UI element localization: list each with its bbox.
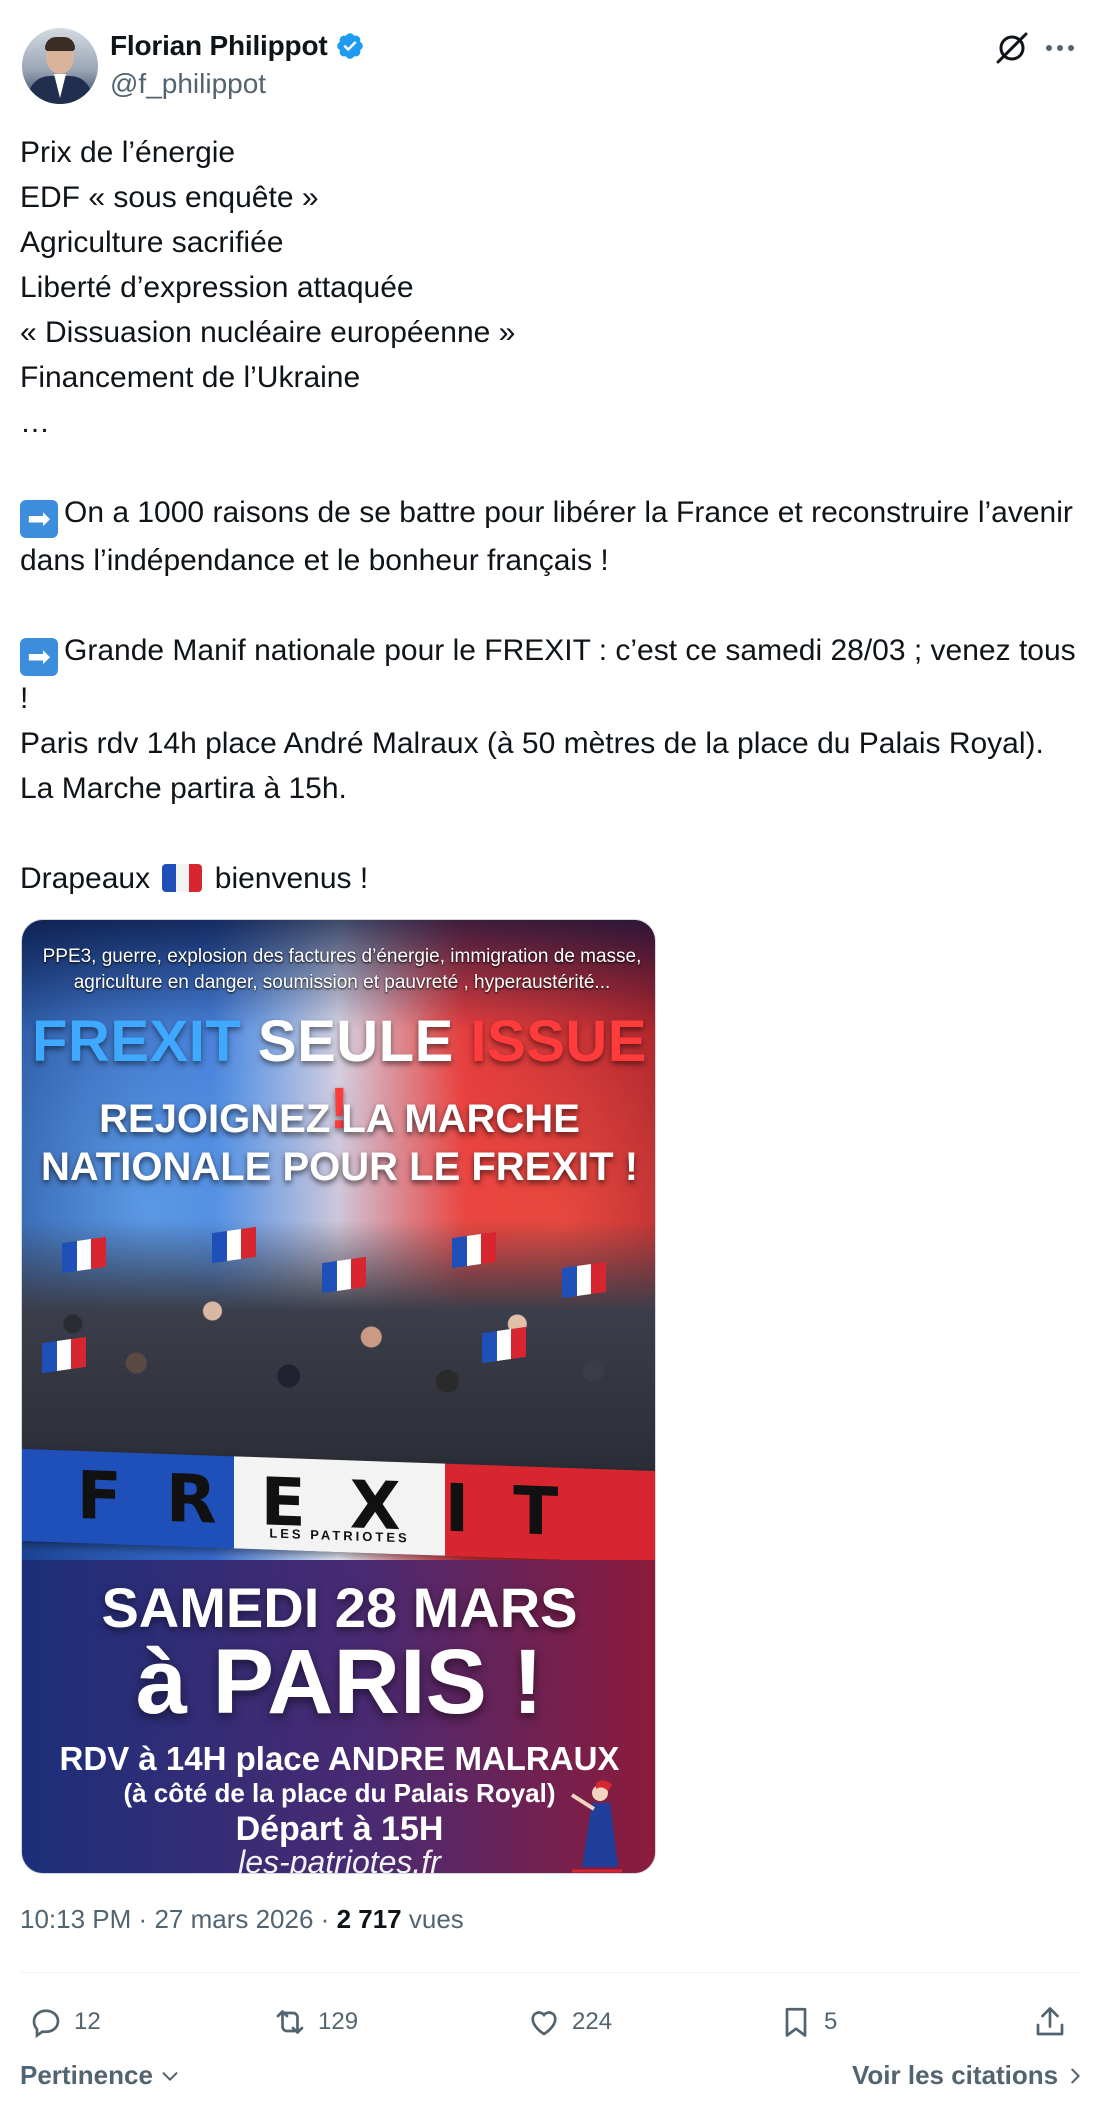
marianne-figure-icon [570, 1780, 622, 1873]
reply-icon [32, 2009, 60, 2039]
chevron-right-icon [1071, 2068, 1080, 2083]
crowd-flag [42, 1336, 87, 1374]
reply-count: 12 [74, 2008, 101, 2035]
arrow-right-emoji-icon: ➡ [20, 638, 58, 676]
poster-rdv: RDV à 14H place ANDRE MALRAUX [59, 1740, 620, 1777]
grok-icon[interactable] [992, 28, 1032, 68]
tweet-flags-after: bienvenus ! [214, 862, 369, 895]
view-quotes-link[interactable]: Voir les citations [852, 2060, 1086, 2091]
like-count: 224 [572, 2008, 613, 2035]
tweet-text: Prix de l’énergie EDF « sous enquête » A… [20, 130, 1080, 901]
author-name-row: Florian Philippot [110, 30, 365, 62]
verified-badge-icon [337, 33, 364, 59]
repost-icon [276, 2010, 304, 2034]
poster-top-text: PPE3, guerre, explosion des factures d’é… [42, 946, 642, 993]
views-label: vues [408, 1904, 464, 1934]
poster-slogan-frexit: FREXIT [32, 1009, 242, 1074]
reply-button[interactable]: 12 [28, 2002, 101, 2042]
view-quotes-label: Voir les citations [852, 2060, 1059, 2090]
tweet-paragraph-manif: Grande Manif nationale pour le FREXIT : … [20, 634, 1076, 715]
share-icon [1036, 2007, 1064, 2036]
bookmark-icon [785, 2007, 807, 2037]
author-handle[interactable]: @f_philippot [110, 68, 266, 100]
poster-call-to-action: REJOIGNEZ LA MARCHE NATIONALE POUR LE FR… [32, 1095, 647, 1191]
france-flag-emoji-icon [162, 864, 203, 892]
tweet-image-poster[interactable]: PPE3, guerre, explosion des factures d’é… [21, 919, 656, 1874]
tweet-paragraph-rdv: Paris rdv 14h place André Malraux (à 50 … [20, 727, 1044, 805]
tweet-topics: Prix de l’énergie EDF « sous enquête » A… [20, 136, 516, 439]
tweet-meta: 10:13 PM · 27 mars 2026 · 2 717 vues [20, 1904, 464, 1935]
views-count: 2 717 [336, 1904, 402, 1934]
arrow-right-emoji-icon: ➡ [20, 500, 58, 538]
tweet-time[interactable]: 10:13 PM [20, 1904, 131, 1934]
poster-city: à PARIS ! [135, 1631, 544, 1733]
meta-separator: · [320, 1904, 330, 1934]
poster-slogan-seule: SEULE [257, 1009, 454, 1074]
like-button[interactable]: 224 [526, 2002, 612, 2042]
bookmark-count: 5 [824, 2008, 838, 2035]
poster-call-line1: REJOIGNEZ LA MARCHE [99, 1097, 580, 1141]
bookmark-button[interactable]: 5 [778, 2002, 837, 2042]
poster-call-line2: NATIONALE POUR LE FREXIT ! [40, 1145, 639, 1189]
author-avatar[interactable] [22, 28, 98, 104]
crowd-flag [212, 1226, 257, 1264]
crowd-flag [562, 1261, 607, 1299]
avatar-hair [45, 37, 75, 51]
divider [20, 1972, 1080, 1973]
crowd-flag [322, 1256, 367, 1294]
share-button[interactable] [1032, 2002, 1068, 2042]
sort-label: Pertinence [20, 2060, 153, 2090]
poster-crowd-photo [22, 1220, 655, 1480]
tweet-paragraph-reasons: On a 1000 raisons de se battre pour libé… [20, 496, 1073, 577]
crowd-flag [452, 1231, 497, 1269]
heart-icon [531, 2011, 557, 2036]
author-display-name[interactable]: Florian Philippot [110, 30, 328, 62]
tweet-flags-before: Drapeaux [20, 862, 151, 895]
more-icon[interactable] [1040, 28, 1080, 68]
repost-count: 129 [318, 2008, 359, 2035]
crowd-flag [482, 1326, 527, 1364]
chevron-down-icon [162, 2071, 178, 2081]
sort-dropdown[interactable]: Pertinence [20, 2060, 181, 2091]
meta-separator: · [138, 1904, 148, 1934]
crowd-flag [62, 1236, 107, 1274]
tweet-date[interactable]: 27 mars 2026 [154, 1904, 313, 1934]
repost-button[interactable]: 129 [272, 2002, 358, 2042]
